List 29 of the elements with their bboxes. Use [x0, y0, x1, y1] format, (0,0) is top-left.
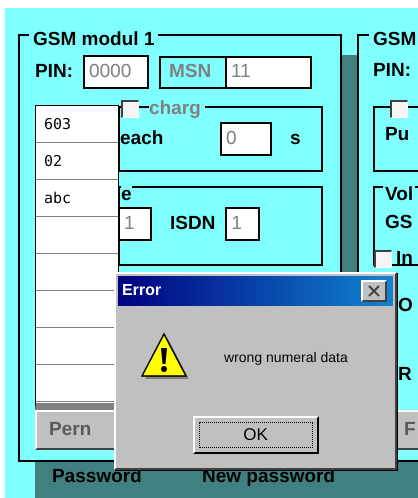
interval-label: each	[120, 128, 164, 150]
checkbox[interactable]	[390, 100, 408, 118]
interval-field[interactable]: 0	[220, 122, 272, 156]
isdn-label: ISDN	[170, 213, 216, 235]
group-label: Pu	[385, 124, 410, 146]
warning-icon	[140, 332, 190, 382]
checkbox-label: charg	[149, 98, 205, 120]
list-item[interactable]: abc	[36, 180, 118, 217]
pin-field[interactable]: 0000	[83, 55, 149, 89]
checkbox[interactable]	[374, 250, 392, 268]
option-label: O	[398, 295, 413, 317]
msn-field[interactable]: MSN 11	[159, 56, 312, 88]
volume-label: GS	[385, 212, 412, 234]
list-item[interactable]: 02	[36, 143, 118, 180]
pin-label: PIN:	[35, 61, 73, 83]
close-icon	[368, 285, 380, 297]
option-label: In	[396, 248, 413, 270]
error-message: wrong numeral data	[224, 349, 348, 365]
close-button[interactable]	[361, 280, 387, 302]
gsm-field[interactable]: 1	[118, 207, 152, 241]
ok-button[interactable]: OK	[192, 416, 318, 454]
pin-label: PIN:	[373, 60, 411, 82]
unit-label: s	[290, 128, 301, 150]
list-item[interactable]: 603	[36, 106, 118, 143]
password-label: Password	[52, 466, 143, 488]
checkbox[interactable]	[121, 100, 139, 118]
isdn-field[interactable]: 1	[225, 207, 260, 241]
dialog-title: Error	[122, 282, 162, 300]
row-label: R	[398, 364, 412, 386]
